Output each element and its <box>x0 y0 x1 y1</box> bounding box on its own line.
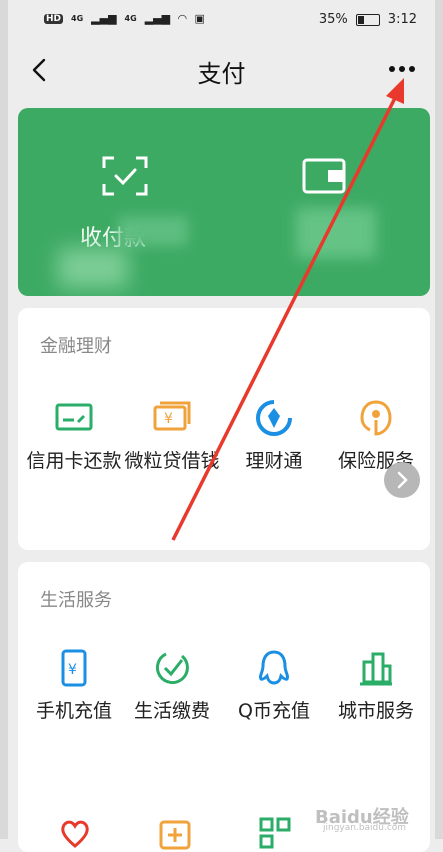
utility-bill-icon <box>155 652 189 684</box>
phone-recharge-item[interactable]: ¥ 手机充值 <box>26 648 122 724</box>
life-section-title: 生活服务 <box>40 590 112 611</box>
signal-1-label: 4G <box>71 14 84 23</box>
svg-text:¥: ¥ <box>68 662 77 678</box>
blurred-overlay <box>58 248 128 288</box>
credit-card-icon <box>55 403 93 431</box>
blurred-overlay <box>118 216 188 246</box>
wallet-icon[interactable] <box>302 156 348 196</box>
status-right: 35% 3:12 <box>319 12 417 27</box>
finance-section: 金融理财 信用卡还款 ¥ 微粒贷借钱 理财通 保险服务 <box>18 308 430 550</box>
left-edge <box>0 0 8 839</box>
right-edge <box>435 0 443 839</box>
heart-charity-icon[interactable] <box>58 816 92 850</box>
qr-scan-icon[interactable] <box>102 156 148 196</box>
clock: 3:12 <box>387 12 417 27</box>
signal-2-label: 4G <box>124 14 137 23</box>
payment-card: 收付款 <box>18 108 430 296</box>
utility-bill-label: 生活缴费 <box>133 700 210 722</box>
watermark-url: jingyan.baidu.com <box>323 823 407 833</box>
blurred-overlay <box>296 208 376 258</box>
phone-recharge-icon: ¥ <box>61 649 87 687</box>
status-left: HD 4G ▂▄▆ 4G ▂▄▆ ◠ ▣ <box>44 12 205 25</box>
credit-card-repay-label: 信用卡还款 <box>26 450 122 472</box>
insurance-icon <box>360 400 392 436</box>
phone-recharge-label: 手机充值 <box>35 700 112 722</box>
grid-apps-icon[interactable] <box>258 816 292 850</box>
qq-coin-item[interactable]: Q币充值 <box>226 648 322 724</box>
loan-label: 微粒贷借钱 <box>124 450 220 472</box>
signal-1-icon: ▂▄▆ <box>91 12 117 25</box>
wealth-item[interactable]: 理财通 <box>226 398 322 474</box>
network-badge: HD <box>44 13 64 24</box>
battery-percent: 35% <box>318 12 348 27</box>
credit-card-repay-item[interactable]: 信用卡还款 <box>26 398 122 474</box>
wifi-icon: ◠ <box>178 12 187 25</box>
utility-bill-item[interactable]: 生活缴费 <box>124 648 220 724</box>
page-title: 支付 <box>197 60 246 88</box>
qq-coin-label: Q币充值 <box>238 700 310 722</box>
signal-2-icon: ▂▄▆ <box>144 12 171 25</box>
more-dots-icon[interactable] <box>387 62 417 76</box>
qq-coin-icon <box>258 650 290 685</box>
city-service-label: 城市服务 <box>337 700 414 722</box>
city-service-icon <box>360 652 392 686</box>
app-notification-icon: ▣ <box>194 12 205 25</box>
navbar: 支付 <box>8 40 435 100</box>
loan-icon: ¥ <box>153 401 191 431</box>
wealth-label: 理财通 <box>245 450 303 472</box>
finance-section-title: 金融理财 <box>40 336 112 357</box>
wealth-icon <box>256 400 292 436</box>
scroll-right-button[interactable] <box>384 462 420 498</box>
status-bar: HD 4G ▂▄▆ 4G ▂▄▆ ◠ ▣ 35% 3:12 <box>8 0 435 40</box>
watermark: Baidu经验 jingyan.baidu.com <box>315 801 435 837</box>
battery-icon <box>355 13 380 26</box>
svg-text:¥: ¥ <box>164 411 173 427</box>
loan-item[interactable]: ¥ 微粒贷借钱 <box>124 398 220 474</box>
medical-cross-icon[interactable] <box>158 816 192 850</box>
chevron-right-icon <box>397 471 408 489</box>
city-service-item[interactable]: 城市服务 <box>328 648 424 724</box>
